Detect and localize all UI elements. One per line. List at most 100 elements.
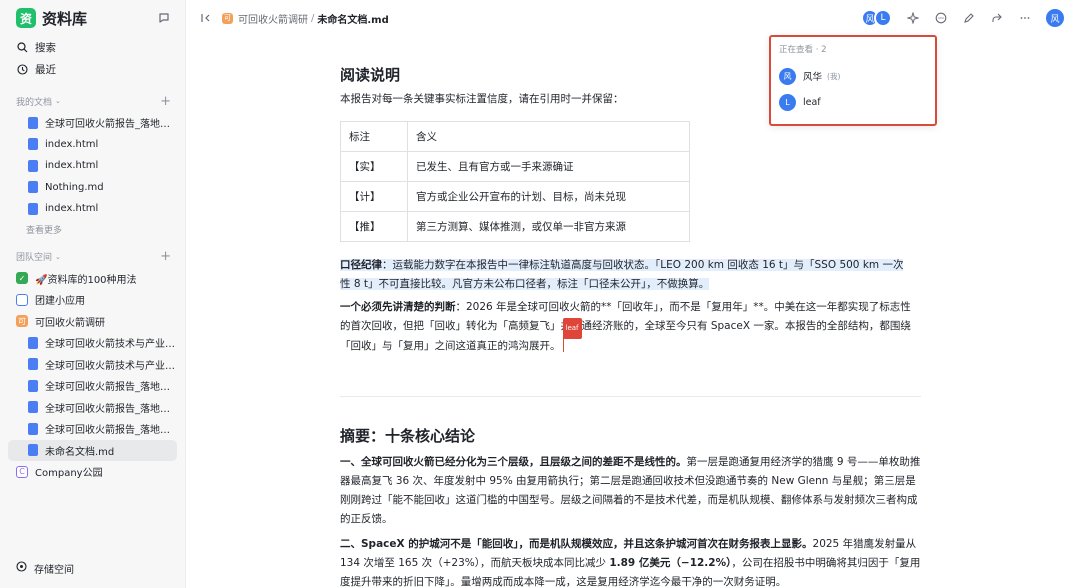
space-c-icon: C xyxy=(16,465,28,478)
my-doc-item[interactable]: 全球可回收火箭报告_落地页.... xyxy=(8,112,177,134)
collab-cursor: leaf xyxy=(561,318,582,352)
my-doc-item[interactable]: index.html xyxy=(8,134,177,156)
caliber-text-2: 性 8 t」不可直接比较。凡官方未公布口径者，标注「口径未公开」，不做换算。 xyxy=(340,278,710,290)
my-docs-header[interactable]: 我的文档 ⌄ + xyxy=(8,90,177,112)
key-label: 一个必须先讲清楚的判断 xyxy=(340,301,456,313)
chevron-down-icon: ⌄ xyxy=(55,252,61,261)
storage-item[interactable]: 存储空间 xyxy=(8,558,74,578)
space-doc-item[interactable]: 全球可回收火箭报告_落地页.... xyxy=(8,397,177,419)
space-item[interactable]: 团建小应用 xyxy=(8,289,177,311)
table-row: 【计】 官方或企业公开宣布的计划、目标，尚未兑现 xyxy=(340,181,690,212)
share-icon[interactable] xyxy=(990,11,1004,25)
space-doc-item[interactable]: 全球可回收火箭报告_落地页.... xyxy=(8,418,177,440)
toolbar-right: 风 L 风 xyxy=(861,9,1064,27)
doc-file-icon xyxy=(28,116,38,129)
breadcrumb-parent[interactable]: 可回收火箭调研 xyxy=(238,11,308,26)
comment-icon[interactable] xyxy=(934,11,948,25)
nav-recent-label: 最近 xyxy=(35,63,56,76)
avatar: L xyxy=(874,9,892,27)
app-root: 资 资料库 搜索 最近 我的文档 ⌄ + 全球可回收火箭报告_落地页.... i… xyxy=(0,0,1080,588)
heading-summary: 摘要：十条核心结论 xyxy=(340,426,476,445)
topbar: 可 可回收火箭调研 / 未命名文档.md 风 L 风 xyxy=(186,0,1080,36)
viewer-avatars[interactable]: 风 L xyxy=(861,9,892,27)
document-body[interactable]: 阅读说明 本报告对每一条关键事实标注置信度，请在引用时一并保留： 标注 含义 【… xyxy=(340,60,921,588)
brand: 资 资料库 xyxy=(8,0,177,36)
edit-icon[interactable] xyxy=(962,11,976,25)
nav-search[interactable]: 搜索 xyxy=(8,36,177,58)
viewers-title: 正在查看 · 2 xyxy=(779,45,827,55)
doc-file-icon xyxy=(28,181,38,194)
table-header-row: 标注 含义 xyxy=(340,121,690,152)
my-doc-item[interactable]: Nothing.md xyxy=(8,177,177,199)
doc-file-icon xyxy=(28,422,38,435)
nav-search-label: 搜索 xyxy=(35,41,56,54)
sidebar: 资 资料库 搜索 最近 我的文档 ⌄ + 全球可回收火箭报告_落地页.... i… xyxy=(0,0,186,588)
storage-icon xyxy=(16,561,27,575)
collapse-sidebar-icon[interactable] xyxy=(200,11,214,25)
main-area: 可 可回收火箭调研 / 未命名文档.md 风 L 风 正在查看 · 2 风 风华… xyxy=(186,0,1080,588)
my-doc-item[interactable]: index.html xyxy=(8,155,177,177)
summary-2-bold: 二、SpaceX 的护城河不是「能回收」，而是机队规模效应，并且这条护城河首次在… xyxy=(340,538,813,550)
chat-icon[interactable] xyxy=(157,11,171,25)
space-item[interactable]: C Company公园 xyxy=(8,461,177,483)
key-judgement-paragraph: 一个必须先讲清楚的判断：2026 年是全球可回收火箭的**「回收年」，而不是「复… xyxy=(340,298,921,356)
breadcrumb-separator: / xyxy=(311,12,315,24)
doc-file-icon xyxy=(28,358,38,371)
see-more-link[interactable]: 查看更多 xyxy=(8,220,177,240)
caliber-label: 口径纪律 xyxy=(340,259,382,271)
team-space-header[interactable]: 团队空间 ⌄ + xyxy=(8,246,177,268)
table-header-cell: 含义 xyxy=(407,121,690,152)
add-doc-button[interactable]: + xyxy=(160,94,171,109)
my-avatar[interactable]: 风 xyxy=(1046,9,1064,27)
chevron-down-icon: ⌄ xyxy=(55,97,61,105)
team-space-label: 团队空间 xyxy=(16,253,53,263)
space-doc-item[interactable]: 全球可回收火箭技术与产业深... xyxy=(8,354,177,376)
caliber-text-1: ：运载能力数字在本报告中一律标注轨道高度与回收状态。「LEO 200 km 回收… xyxy=(382,259,904,271)
table-cell: 第三方测算、媒体推测，或仅单一非官方来源 xyxy=(407,211,690,242)
divider xyxy=(340,396,921,397)
more-icon[interactable] xyxy=(1018,11,1032,25)
doc-file-icon xyxy=(28,159,38,172)
table-cell: 【计】 xyxy=(340,181,408,212)
search-icon xyxy=(16,41,28,53)
doc-file-icon xyxy=(28,336,38,349)
doc-file-icon xyxy=(28,138,38,151)
app-name: 资料库 xyxy=(42,9,88,28)
confidence-table: 标注 含义 【实】 已发生、且有官方或一手来源确证 【计】 官方或企业公开宣布的… xyxy=(340,121,690,242)
space-badge-icon: 可 xyxy=(16,315,28,328)
summary-1-bold: 一、全球可回收火箭已经分化为三个层级，且层级之间的差距不是线性的。 xyxy=(340,456,687,468)
table-cell: 【推】 xyxy=(340,211,408,242)
table-header-cell: 标注 xyxy=(340,121,408,152)
space-item[interactable]: 可 可回收火箭调研 xyxy=(8,311,177,333)
cursor-user-tag: leaf xyxy=(562,318,582,339)
space-badge-icon: 可 xyxy=(222,12,233,24)
sparkle-icon[interactable] xyxy=(906,11,920,25)
table-cell: 已发生、且有官方或一手来源确证 xyxy=(407,151,690,182)
nav-recent[interactable]: 最近 xyxy=(8,58,177,80)
app-logo: 资 xyxy=(16,8,36,28)
add-space-button[interactable]: + xyxy=(160,249,171,264)
doc-file-icon xyxy=(28,202,38,215)
doc-file-icon xyxy=(28,379,38,392)
table-row: 【实】 已发生、且有官方或一手来源确证 xyxy=(340,151,690,182)
grid-icon xyxy=(16,293,28,306)
doc-file-icon xyxy=(28,401,38,414)
table-row: 【推】 第三方测算、媒体推测，或仅单一非官方来源 xyxy=(340,211,690,242)
my-doc-item[interactable]: index.html xyxy=(8,198,177,220)
space-item[interactable]: ✓ 🚀资料库的100种用法 xyxy=(8,268,177,290)
heading-reading-guide: 阅读说明 xyxy=(340,65,401,84)
table-cell: 官方或企业公开宣布的计划、目标，尚未兑现 xyxy=(407,181,690,212)
doc-file-icon xyxy=(28,444,38,457)
summary-paragraph-1: 一、全球可回收火箭已经分化为三个层级，且层级之间的差距不是线性的。第一层是跑通复… xyxy=(340,453,921,529)
space-doc-item-active[interactable]: 未命名文档.md xyxy=(8,439,177,461)
clock-icon xyxy=(16,63,28,75)
space-doc-item[interactable]: 全球可回收火箭报告_落地页.... xyxy=(8,375,177,397)
summary-2-number: 1.89 亿美元（−12.2%） xyxy=(609,557,732,569)
caliber-paragraph: 口径纪律：运载能力数字在本报告中一律标注轨道高度与回收状态。「LEO 200 k… xyxy=(340,256,921,294)
checkbox-icon: ✓ xyxy=(16,272,28,285)
my-docs-label: 我的文档 xyxy=(16,97,53,108)
space-doc-item[interactable]: 全球可回收火箭技术与产业深... xyxy=(8,332,177,354)
table-cell: 【实】 xyxy=(340,151,408,182)
intro-paragraph: 本报告对每一条关键事实标注置信度，请在引用时一并保留： xyxy=(340,93,624,105)
breadcrumb-current: 未命名文档.md xyxy=(317,14,389,26)
